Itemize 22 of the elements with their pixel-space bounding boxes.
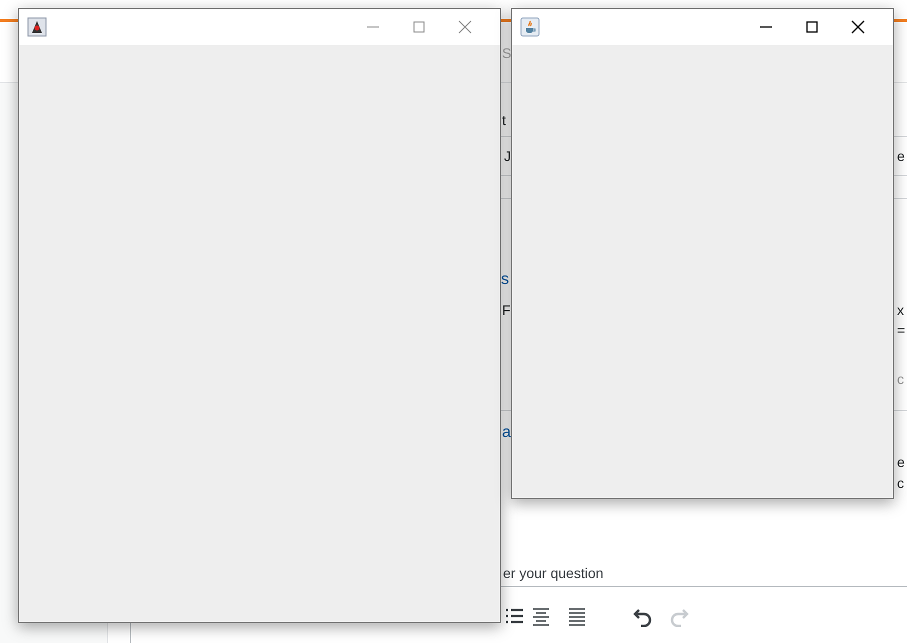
- close-icon: [851, 20, 865, 34]
- text-fragment: t: [502, 111, 506, 129]
- text-fragment: e: [897, 453, 905, 471]
- close-icon: [458, 20, 472, 34]
- answer-label: er your question: [503, 564, 604, 583]
- coffee-cup-icon: [520, 17, 540, 37]
- text-fragment: e: [897, 147, 905, 165]
- minimize-icon: [760, 26, 772, 28]
- align-center-icon[interactable]: [530, 605, 552, 627]
- maximize-icon: [413, 21, 425, 33]
- minimize-icon: [367, 26, 379, 28]
- maximize-icon: [806, 21, 818, 33]
- text-fragment: =: [897, 321, 906, 339]
- align-justify-icon[interactable]: [566, 605, 588, 627]
- text-fragment: c: [897, 370, 904, 388]
- text-fragment: F: [502, 301, 511, 319]
- app-icon: [27, 17, 47, 37]
- text-fragment: x: [897, 301, 904, 319]
- text-fragment: c: [897, 474, 904, 492]
- question-link[interactable]: a: [502, 424, 511, 442]
- question-link[interactable]: s: [501, 271, 509, 289]
- text-fragment: J: [504, 147, 511, 165]
